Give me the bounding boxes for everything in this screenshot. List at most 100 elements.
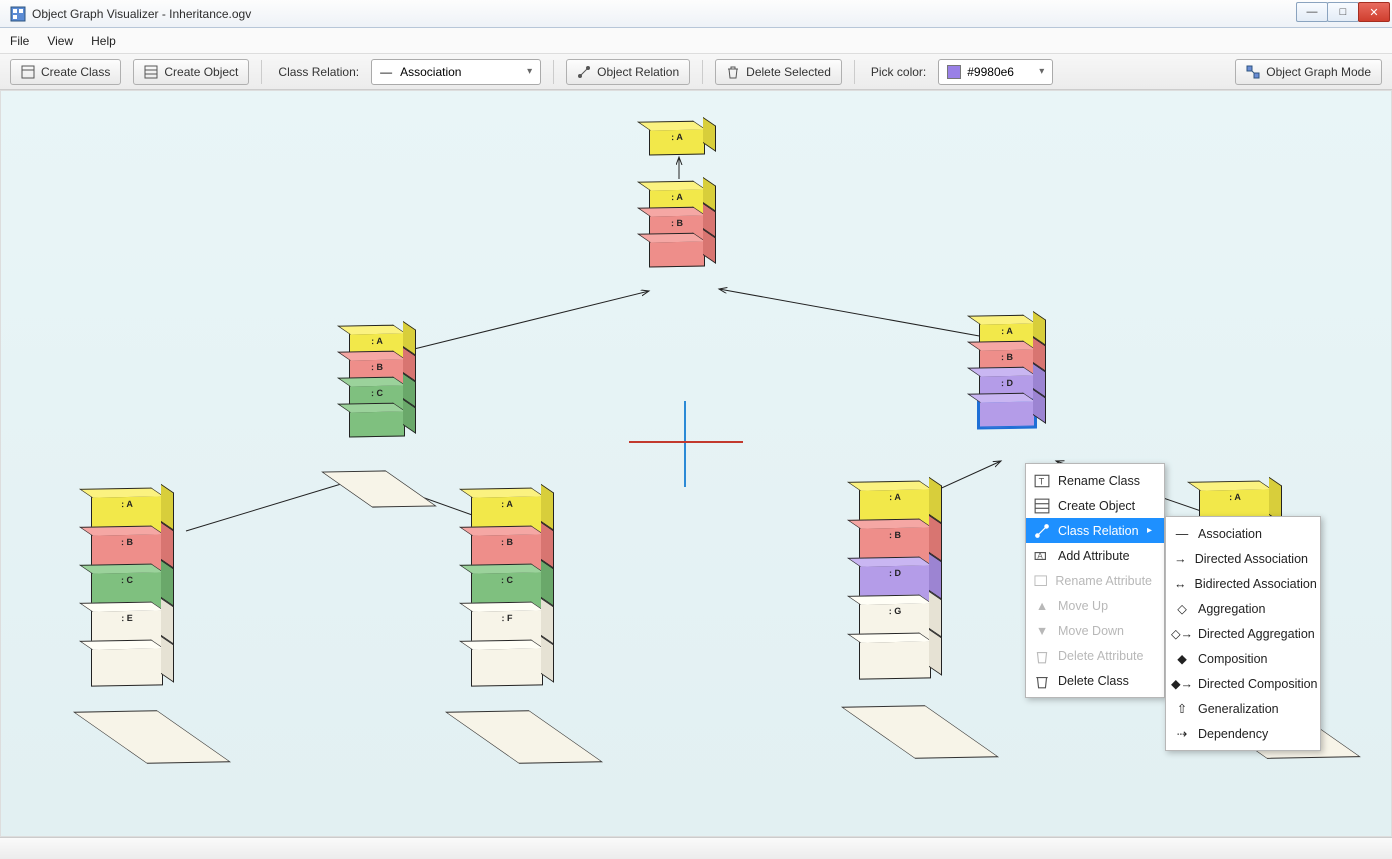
delete-selected-button[interactable]: Delete Selected: [715, 59, 842, 85]
ctx-class-relation[interactable]: Class Relation ▸: [1026, 518, 1164, 543]
ctx-add-attribute[interactable]: A Add Attribute: [1026, 543, 1164, 568]
create-class-button[interactable]: Create Class: [10, 59, 121, 85]
menu-view[interactable]: View: [47, 34, 73, 48]
arrow-right-icon: →: [1174, 551, 1187, 567]
object-icon: [1034, 498, 1050, 514]
diamond-solid-icon: ◆: [1174, 651, 1190, 667]
rename-icon: [1034, 573, 1047, 589]
window-controls: — □ ✕: [1297, 2, 1390, 22]
color-value: #9980e6: [967, 65, 1014, 79]
class-node-abdg[interactable]: : A : B : D : G: [859, 488, 931, 679]
menu-help[interactable]: Help: [91, 34, 116, 48]
minimize-button[interactable]: —: [1296, 2, 1328, 22]
window-titlebar: Object Graph Visualizer - Inheritance.og…: [0, 0, 1392, 28]
trash-icon: [726, 65, 740, 79]
ctx-delete-attribute: Delete Attribute: [1026, 643, 1164, 668]
chevron-down-icon: ▾: [1039, 66, 1044, 77]
ctx-label: Directed Aggregation: [1198, 627, 1315, 641]
class-node-abc[interactable]: : A : B : C: [349, 333, 405, 438]
create-object-label: Create Object: [164, 65, 238, 79]
color-picker-dropdown[interactable]: #9980e6 ▾: [938, 59, 1053, 85]
rel-directed-composition[interactable]: ◆→ Directed Composition: [1166, 671, 1320, 696]
ctx-label: Aggregation: [1198, 602, 1265, 616]
ctx-label: Delete Class: [1058, 674, 1129, 688]
class-icon: [21, 65, 35, 79]
ctx-label: Directed Composition: [1198, 677, 1318, 691]
diamond-arrow-icon: ◇→: [1174, 626, 1190, 642]
line-icon: —: [1174, 526, 1190, 542]
class-node-abce[interactable]: : A : B : C : E: [91, 495, 163, 686]
object-graph-mode-button[interactable]: Object Graph Mode: [1235, 59, 1382, 85]
ctx-label: Rename Attribute: [1055, 574, 1152, 588]
arrow-both-icon: ↔: [1174, 576, 1187, 592]
class-relation-dropdown[interactable]: — Association ▾: [371, 59, 541, 85]
object-icon: [144, 65, 158, 79]
menu-bar: File View Help: [0, 28, 1392, 54]
diamond-open-icon: ◇: [1174, 601, 1190, 617]
maximize-button[interactable]: □: [1327, 2, 1359, 22]
flat-card[interactable]: [321, 470, 437, 507]
node-face: : A: [649, 129, 705, 156]
ctx-label: Composition: [1198, 652, 1267, 666]
attribute-icon: A: [1034, 548, 1050, 564]
class-relation-value: Association: [400, 65, 461, 79]
graph-canvas[interactable]: : A : A : B : A : B : C : A : B : C : E …: [0, 90, 1392, 837]
rel-directed-association[interactable]: →Directed Association: [1166, 546, 1320, 571]
separator: [261, 60, 262, 84]
window-title: Object Graph Visualizer - Inheritance.og…: [32, 7, 251, 21]
object-relation-button[interactable]: Object Relation: [566, 59, 690, 85]
chevron-right-icon: ▸: [1147, 525, 1152, 536]
diamond-solid-arrow-icon: ◆→: [1174, 676, 1190, 692]
context-menu: T Rename Class Create Object Class Relat…: [1025, 463, 1165, 698]
generalization-icon: ⇧: [1174, 701, 1190, 717]
crosshair-vertical: [684, 401, 686, 487]
node-face: [349, 411, 405, 438]
ctx-label: Generalization: [1198, 702, 1279, 716]
status-bar: [0, 837, 1392, 859]
create-object-button[interactable]: Create Object: [133, 59, 249, 85]
app-icon: [10, 6, 26, 22]
up-icon: ▲: [1034, 598, 1050, 614]
ctx-label: Move Down: [1058, 624, 1124, 638]
ctx-rename-attribute: Rename Attribute: [1026, 568, 1164, 593]
rel-dependency[interactable]: ⇢Dependency: [1166, 721, 1320, 746]
node-face: [471, 647, 543, 686]
close-button[interactable]: ✕: [1358, 2, 1390, 22]
object-relation-label: Object Relation: [597, 65, 679, 79]
class-node-abcf[interactable]: : A : B : C : F: [471, 495, 543, 686]
flat-card[interactable]: [445, 710, 603, 764]
ctx-create-object[interactable]: Create Object: [1026, 493, 1164, 518]
ctx-label: Class Relation: [1058, 524, 1139, 538]
relation-submenu: —Association →Directed Association ↔ Bidi…: [1165, 516, 1321, 751]
ctx-label: Bidirected Association: [1195, 577, 1317, 591]
class-node-a-top[interactable]: : A: [649, 129, 705, 156]
rel-association[interactable]: —Association: [1166, 521, 1320, 546]
flat-card[interactable]: [841, 705, 999, 759]
crosshair-horizontal: [629, 441, 743, 443]
ctx-rename-class[interactable]: T Rename Class: [1026, 468, 1164, 493]
rel-aggregation[interactable]: ◇ Aggregation: [1166, 596, 1320, 621]
class-node-ab[interactable]: : A : B: [649, 189, 705, 268]
relation-icon: [577, 65, 591, 79]
flat-card[interactable]: [73, 710, 231, 764]
ctx-label: Create Object: [1058, 499, 1135, 513]
toolbar: Create Class Create Object Class Relatio…: [0, 54, 1392, 90]
menu-file[interactable]: File: [10, 34, 29, 48]
rel-directed-aggregation[interactable]: ◇→ Directed Aggregation: [1166, 621, 1320, 646]
rel-bidirected-association[interactable]: ↔ Bidirected Association: [1166, 571, 1320, 596]
line-icon: —: [380, 65, 392, 79]
color-swatch: [947, 65, 961, 79]
rel-composition[interactable]: ◆ Composition: [1166, 646, 1320, 671]
rel-generalization[interactable]: ⇧ Generalization: [1166, 696, 1320, 721]
class-node-abd-selected[interactable]: : A : B : D: [979, 323, 1035, 428]
separator: [553, 60, 554, 84]
node-face: [859, 640, 931, 679]
separator: [854, 60, 855, 84]
ctx-label: Delete Attribute: [1058, 649, 1143, 663]
pick-color-label: Pick color:: [871, 65, 926, 79]
ctx-delete-class[interactable]: Delete Class: [1026, 668, 1164, 693]
relation-icon: [1034, 523, 1050, 539]
node-face: [649, 241, 705, 268]
ctx-move-down: ▼ Move Down: [1026, 618, 1164, 643]
ctx-label: Move Up: [1058, 599, 1108, 613]
